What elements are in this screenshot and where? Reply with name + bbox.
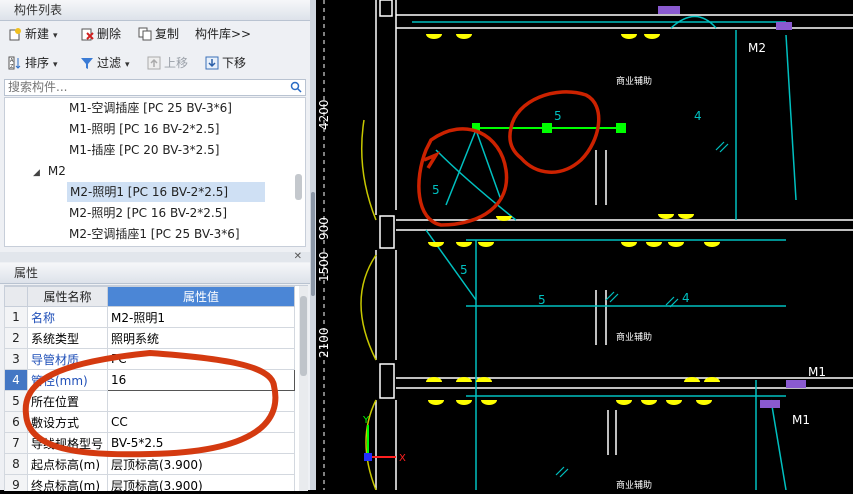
- sort-icon: AZ: [8, 56, 21, 70]
- copy-icon: [138, 27, 152, 41]
- component-library-label: 构件库>>: [195, 27, 252, 41]
- wiring: [412, 15, 797, 491]
- component-list-title: 构件列表: [14, 3, 63, 17]
- chevron-down-icon: ▾: [53, 31, 58, 41]
- component-toolbar-row1: 新建 ▾ 删除 复制 构件库>>: [0, 21, 310, 47]
- filter-button[interactable]: 过滤 ▾: [80, 54, 130, 72]
- left-panel: 构件列表 新建 ▾ 删除 复制 构件库>> A Z 排序 ▾ 过滤 ▾ 上移 下移: [0, 0, 310, 491]
- label-m1: M1: [792, 413, 810, 427]
- new-icon: [9, 28, 21, 41]
- property-value[interactable]: M2-照明1: [107, 306, 295, 328]
- property-value-header: 属性值: [107, 286, 295, 307]
- row-number-header: [4, 286, 28, 307]
- properties-title: 属性: [14, 266, 39, 280]
- search-icon[interactable]: [290, 81, 302, 93]
- chevron-down-icon: ▾: [53, 60, 58, 70]
- copy-button[interactable]: 复制: [138, 25, 179, 43]
- tree-item-label: M1-空调插座 [PC 25 BV-3*6]: [69, 101, 232, 115]
- dimension-text: 1500: [317, 251, 331, 282]
- selected-wire[interactable]: [472, 123, 626, 133]
- delete-label: 删除: [97, 27, 122, 41]
- axis-indicator: Y X: [362, 415, 406, 464]
- properties-header: 属性: [0, 263, 310, 284]
- copy-label: 复制: [155, 27, 180, 41]
- red-annotation-ellipse: [22, 349, 279, 458]
- tree-item-label: M2-空调插座1 [PC 25 BV-3*6]: [69, 227, 240, 241]
- dimension-text: 2100: [317, 327, 331, 358]
- component-tree: M1-空调插座 [PC 25 BV-3*6] M1-照明 [PC 16 BV-2…: [4, 97, 306, 247]
- tick-marks: [555, 141, 729, 478]
- sort-label: 排序: [25, 56, 50, 70]
- walls: [375, 0, 853, 490]
- panel-divider: ✕: [0, 251, 310, 262]
- tree-item[interactable]: M1-空调插座 [PC 25 BV-3*6]: [69, 98, 232, 118]
- cad-drawing[interactable]: M2 M1 M1 商业辅助 商业辅助 商业辅助 4200 900 1500 21…: [316, 0, 853, 491]
- tree-item[interactable]: M2-空调插座1 [PC 25 BV-3*6]: [69, 224, 240, 244]
- tree-item-label: M1-插座 [PC 20 BV-3*2.5]: [69, 143, 220, 157]
- move-up-label: 上移: [164, 56, 189, 70]
- tree-item-selected[interactable]: M2-照明1 [PC 16 BV-2*2.5]: [67, 182, 265, 202]
- new-button[interactable]: 新建 ▾: [8, 25, 58, 43]
- search-input[interactable]: [5, 80, 278, 94]
- component-toolbar-row2: A Z 排序 ▾ 过滤 ▾ 上移 下移: [0, 50, 310, 76]
- move-up-icon: [147, 56, 161, 70]
- tree-item[interactable]: M2-照明2 [PC 16 BV-2*2.5]: [69, 203, 227, 223]
- property-name-header: 属性名称: [27, 286, 108, 307]
- component-library-button[interactable]: 构件库>>: [195, 25, 251, 43]
- cad-canvas[interactable]: M2 M1 M1 商业辅助 商业辅助 商业辅助 4200 900 1500 21…: [316, 0, 853, 491]
- wire-count: 4: [682, 291, 690, 305]
- svg-text:Z: Z: [10, 64, 14, 70]
- property-row[interactable]: 1 名称 M2-照明1: [4, 306, 295, 328]
- wire-count: 5: [554, 109, 562, 123]
- wire-count: 4: [694, 109, 702, 123]
- wire-count: 5: [460, 263, 468, 277]
- chevron-down-icon: ▾: [125, 60, 130, 70]
- label-m1: M1: [808, 365, 826, 379]
- label-room: 商业辅助: [616, 75, 652, 87]
- tree-item-label: M2-照明1 [PC 16 BV-2*2.5]: [70, 185, 229, 199]
- new-label: 新建: [25, 27, 50, 41]
- expand-triangle-icon[interactable]: ◢: [33, 168, 40, 178]
- delete-button[interactable]: 删除: [80, 25, 121, 43]
- move-down-button[interactable]: 下移: [205, 54, 246, 72]
- filter-label: 过滤: [97, 56, 122, 70]
- component-list-header: 构件列表: [0, 0, 310, 21]
- label-room: 商业辅助: [616, 479, 652, 490]
- search-box[interactable]: [4, 79, 306, 96]
- wire-count: 5: [538, 293, 546, 307]
- tree-item-label: M2: [47, 164, 66, 178]
- junction-markers: [658, 6, 806, 408]
- tree-item-label: M1-照明 [PC 16 BV-2*2.5]: [69, 122, 220, 136]
- properties-header-row: 属性名称 属性值: [4, 286, 295, 307]
- move-down-icon: [205, 56, 219, 70]
- dimension-text: 900: [317, 217, 331, 240]
- wire-count: 5: [432, 183, 440, 197]
- tree-item[interactable]: M1-插座 [PC 20 BV-3*2.5]: [69, 140, 219, 160]
- move-up-button[interactable]: 上移: [147, 54, 188, 72]
- label-room: 商业辅助: [616, 331, 652, 343]
- filter-icon: [81, 58, 93, 69]
- dimension-text: 4200: [317, 99, 331, 130]
- property-name: 名称: [27, 306, 108, 328]
- delete-icon: [81, 28, 94, 41]
- tree-item-label: M2-照明2 [PC 16 BV-2*2.5]: [69, 206, 228, 220]
- cad-labels: M2 M1 M1 商业辅助 商业辅助 商业辅助: [616, 41, 826, 491]
- row-number: 1: [4, 306, 28, 328]
- sort-button[interactable]: A Z 排序 ▾: [8, 54, 58, 72]
- label-m2: M2: [748, 41, 766, 55]
- move-down-label: 下移: [222, 56, 247, 70]
- splitter-grip[interactable]: [311, 192, 315, 296]
- tree-item[interactable]: M1-照明 [PC 16 BV-2*2.5]: [69, 119, 219, 139]
- red-annotation: [417, 90, 601, 227]
- tree-scrollbar[interactable]: [295, 174, 302, 200]
- tree-item-group[interactable]: ◢ M2: [33, 161, 66, 181]
- axis-x-label: X: [399, 453, 406, 464]
- axis-y-label: Y: [362, 415, 370, 426]
